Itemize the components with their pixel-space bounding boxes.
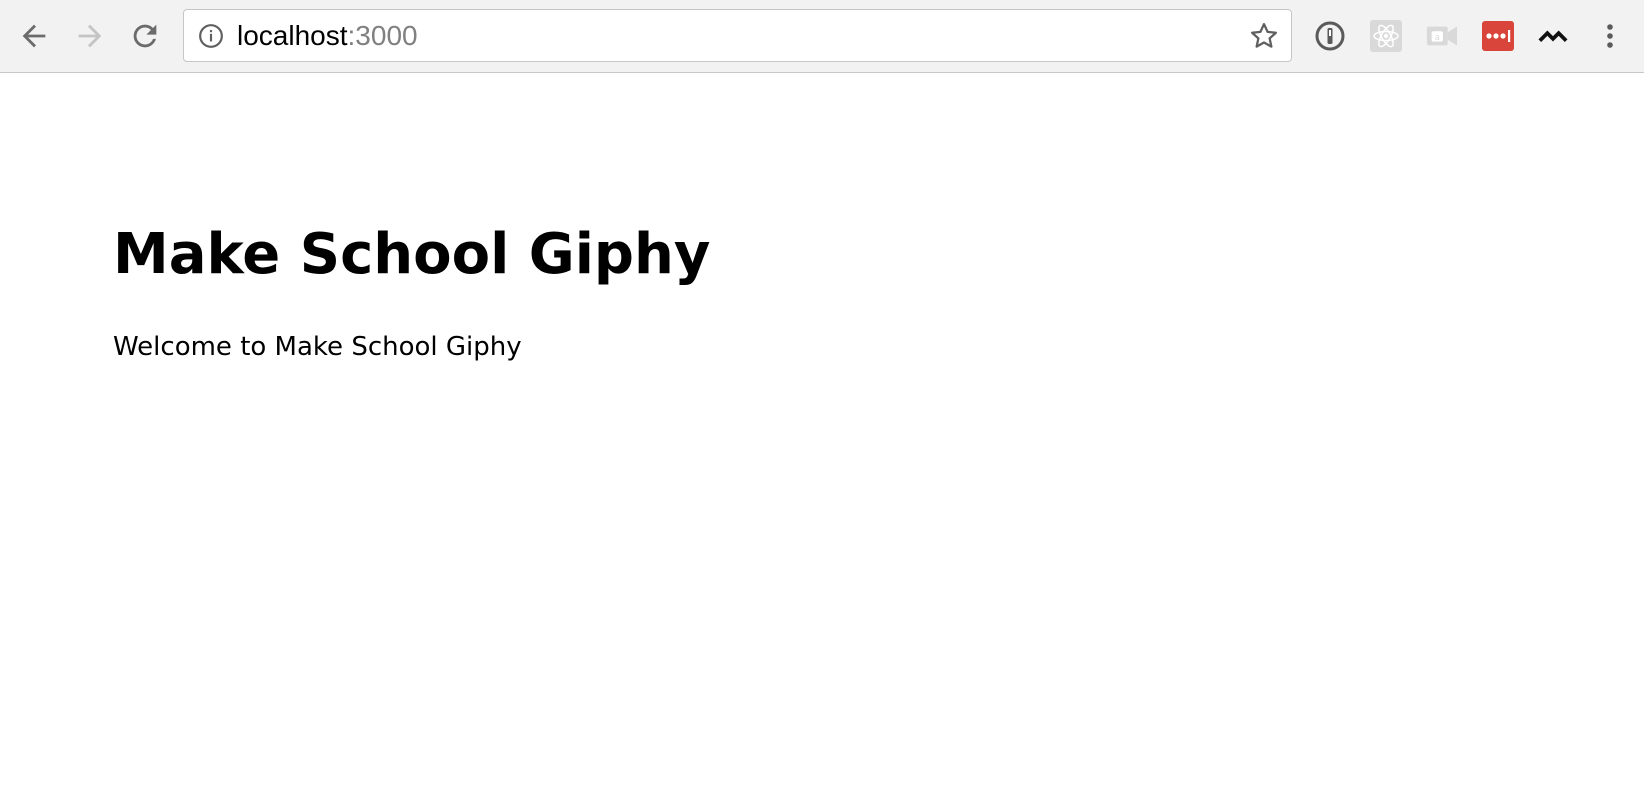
reload-icon	[133, 24, 157, 48]
url-text[interactable]: localhost:3000	[237, 20, 418, 52]
info-icon[interactable]	[198, 23, 224, 49]
page-content: Make School Giphy Welcome to Make School…	[0, 73, 1644, 786]
auto-refresh-extension[interactable]: a	[1426, 20, 1458, 52]
forward-button[interactable]	[70, 16, 110, 56]
browser-toolbar: localhost:3000 a	[0, 0, 1644, 73]
lastpass-icon	[1482, 21, 1514, 51]
react-devtools-extension[interactable]	[1370, 20, 1402, 52]
back-arrow-icon	[22, 24, 46, 48]
reload-button[interactable]	[125, 16, 165, 56]
browser-menu-button[interactable]	[1594, 20, 1626, 52]
address-bar[interactable]: localhost:3000	[183, 9, 1292, 62]
forward-arrow-icon	[78, 24, 102, 48]
url-port: :3000	[347, 20, 418, 51]
svg-text:a: a	[1435, 32, 1440, 42]
chevron-extension[interactable]	[1537, 20, 1569, 52]
three-dots-menu-icon	[1607, 24, 1613, 48]
1password-icon	[1315, 21, 1345, 51]
double-chevron-icon	[1538, 30, 1568, 43]
react-atom-icon	[1370, 20, 1402, 52]
lastpass-extension[interactable]	[1482, 20, 1514, 52]
1password-extension[interactable]	[1314, 20, 1346, 52]
camera-a-icon: a	[1426, 26, 1458, 46]
star-icon[interactable]	[1249, 21, 1279, 51]
url-host: localhost	[237, 20, 348, 51]
back-button[interactable]	[14, 16, 54, 56]
welcome-text: Welcome to Make School Giphy	[113, 332, 522, 362]
page-title: Make School Giphy	[113, 222, 711, 287]
